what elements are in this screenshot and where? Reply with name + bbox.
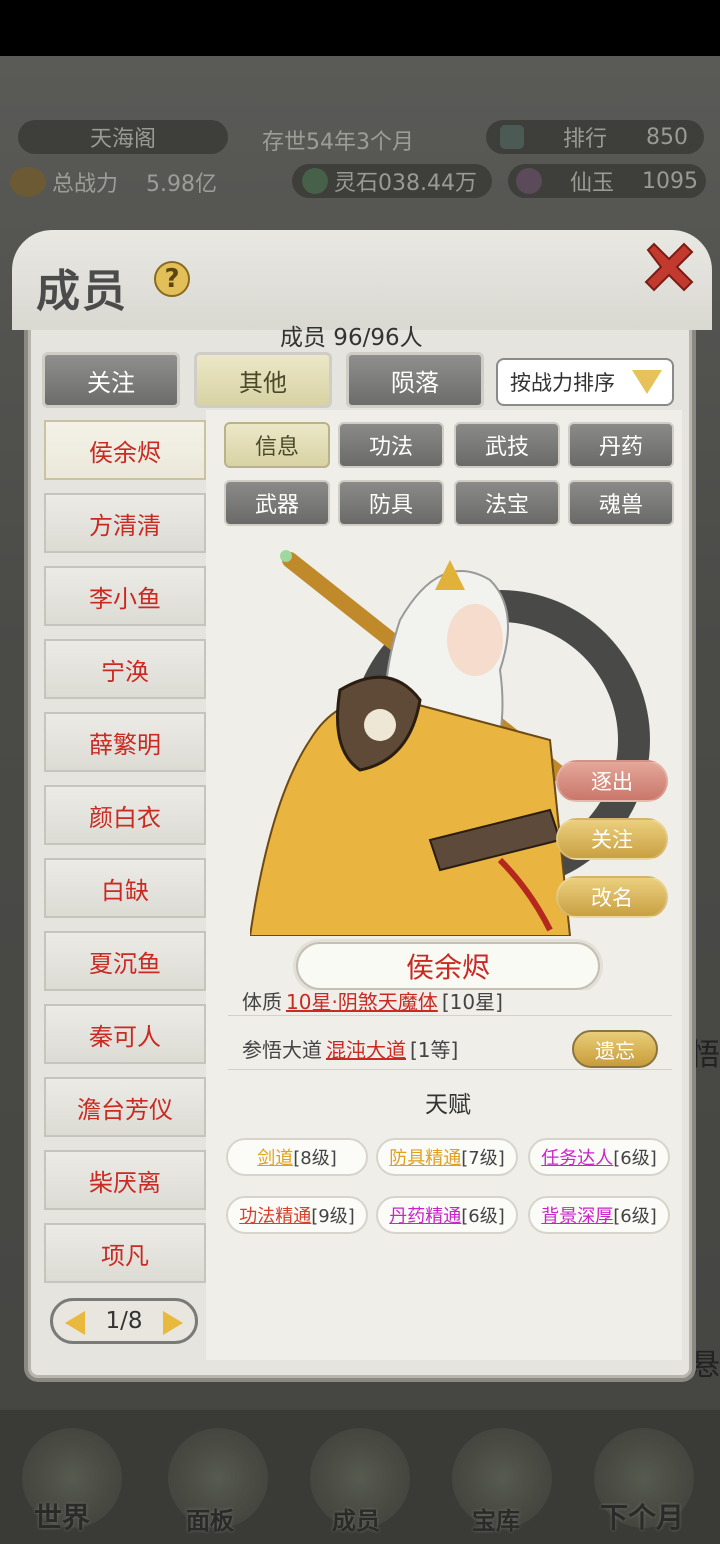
nav-members[interactable]: 成员	[332, 1501, 380, 1536]
constitution-row: 体质 10星·阴煞天魔体 [10星]	[228, 990, 672, 1016]
dialog-title: 成员	[36, 266, 128, 317]
chevron-down-icon	[632, 370, 662, 394]
nav-panel[interactable]: 面板	[186, 1501, 234, 1536]
member-item[interactable]: 秦可人	[44, 1004, 206, 1064]
member-item[interactable]: 李小鱼	[44, 566, 206, 626]
member-item[interactable]: 宁涣	[44, 639, 206, 699]
member-item[interactable]: 柴厌离	[44, 1150, 206, 1210]
member-item[interactable]: 方清清	[44, 493, 206, 553]
sect-age: 存世54年3个月	[262, 130, 414, 155]
member-item[interactable]: 侯余烬	[44, 420, 206, 480]
talent-level: [6级]	[461, 1206, 505, 1227]
rank-label: 排行	[562, 127, 607, 152]
jade-box: 仙玉 1095	[508, 164, 706, 198]
talent-name: 背景深厚	[541, 1206, 614, 1227]
talent-level: [6级]	[613, 1148, 657, 1169]
talent-name: 功法精通	[239, 1206, 312, 1227]
talent-name: 丹药精通	[389, 1206, 462, 1227]
bottom-navigation: 世界 面板 成员 宝库 下个月	[0, 1410, 720, 1544]
constitution-value[interactable]: 10星·阴煞天魔体	[286, 990, 438, 1015]
talent-badge[interactable]: 背景深厚 [6级]	[528, 1196, 670, 1234]
talent-name: 任务达人	[541, 1148, 614, 1169]
background-text-fragment: 悬	[690, 1348, 720, 1383]
sort-dropdown[interactable]: 按战力排序	[496, 358, 674, 406]
spirit-value: 灵石038.44万	[334, 171, 477, 196]
power-label: 总战力	[52, 172, 119, 197]
tab-follow[interactable]: 关注	[42, 352, 180, 408]
help-icon[interactable]: ?	[154, 261, 190, 297]
talent-level: [6级]	[613, 1206, 657, 1227]
dao-label: 参悟大道	[242, 1038, 322, 1062]
page-indicator: 1/8	[105, 1308, 143, 1334]
subtab-spirit-beast[interactable]: 魂兽	[568, 480, 674, 526]
rank-icon	[500, 125, 524, 149]
rename-button[interactable]: 改名	[556, 876, 668, 918]
member-item[interactable]: 薛繁明	[44, 712, 206, 772]
tab-fallen[interactable]: 陨落	[346, 352, 484, 408]
jade-label: 仙玉	[569, 171, 614, 196]
talent-level: [7级]	[461, 1148, 505, 1169]
subtab-pills[interactable]: 丹药	[568, 422, 674, 468]
follow-button[interactable]: 关注	[556, 818, 668, 860]
sect-name: 天海阁	[89, 127, 156, 152]
character-name-banner: 侯余烬	[296, 942, 600, 990]
talent-header-label: 天赋	[425, 1092, 471, 1118]
member-count: 成员 96/96人	[280, 325, 423, 351]
dao-value[interactable]: 混沌大道	[326, 1034, 406, 1063]
talent-badge[interactable]: 防具精通 [7级]	[376, 1138, 518, 1176]
pagination: 1/8	[50, 1298, 198, 1344]
close-icon[interactable]	[642, 240, 696, 294]
subtab-technique[interactable]: 功法	[338, 422, 444, 468]
nav-treasury[interactable]: 宝库	[472, 1501, 520, 1536]
forget-button[interactable]: 遗忘	[572, 1030, 658, 1068]
member-item[interactable]: 项凡	[44, 1223, 206, 1283]
status-bar	[0, 0, 720, 56]
expel-button[interactable]: 逐出	[556, 760, 668, 802]
constitution-level: [10星]	[441, 990, 503, 1014]
rank-value: 850	[645, 124, 688, 150]
subtab-weapon[interactable]: 武器	[224, 480, 330, 526]
nav-world[interactable]: 世界	[34, 1496, 90, 1536]
sort-label: 按战力排序	[510, 371, 615, 395]
constitution-label: 体质	[242, 990, 282, 1014]
talent-name: 防具精通	[389, 1148, 462, 1169]
jade-value: 1095	[641, 168, 698, 194]
talent-level: [9级]	[311, 1206, 355, 1227]
member-item[interactable]: 白缺	[44, 858, 206, 918]
spirit-stone-icon	[302, 168, 328, 194]
dao-level: [1等]	[410, 1038, 459, 1062]
member-item[interactable]: 夏沉鱼	[44, 931, 206, 991]
talent-badge[interactable]: 功法精通 [9级]	[226, 1196, 368, 1234]
character-name: 侯余烬	[405, 951, 490, 984]
talent-badge[interactable]: 丹药精通 [6级]	[376, 1196, 518, 1234]
member-item[interactable]: 颜白衣	[44, 785, 206, 845]
subtab-martial-skill[interactable]: 武技	[454, 422, 560, 468]
power-icon	[10, 167, 46, 197]
member-item[interactable]: 澹台芳仪	[44, 1077, 206, 1137]
power-value: 5.98亿	[146, 172, 218, 197]
talent-badge[interactable]: 任务达人 [6级]	[528, 1138, 670, 1176]
talent-level: [8级]	[293, 1148, 337, 1169]
sect-name-box: 天海阁	[18, 120, 228, 154]
spirit-box: 灵石038.44万	[292, 164, 492, 198]
rank-box: 排行 850	[486, 120, 704, 154]
talent-name: 剑道	[257, 1148, 294, 1169]
nav-next-month[interactable]: 下个月	[600, 1496, 684, 1536]
tab-other[interactable]: 其他	[194, 352, 332, 408]
power-row: 总战力 5.98亿	[10, 166, 217, 198]
jade-icon	[516, 168, 542, 194]
subtab-artifact[interactable]: 法宝	[454, 480, 560, 526]
subtab-armor[interactable]: 防具	[338, 480, 444, 526]
next-page-icon[interactable]	[163, 1311, 183, 1335]
prev-page-icon[interactable]	[65, 1311, 85, 1335]
background-text-fragment: 悟	[690, 1038, 720, 1073]
subtab-info[interactable]: 信息	[224, 422, 330, 468]
talent-header: 天赋	[344, 1082, 552, 1122]
talent-badge[interactable]: 剑道 [8级]	[226, 1138, 368, 1176]
